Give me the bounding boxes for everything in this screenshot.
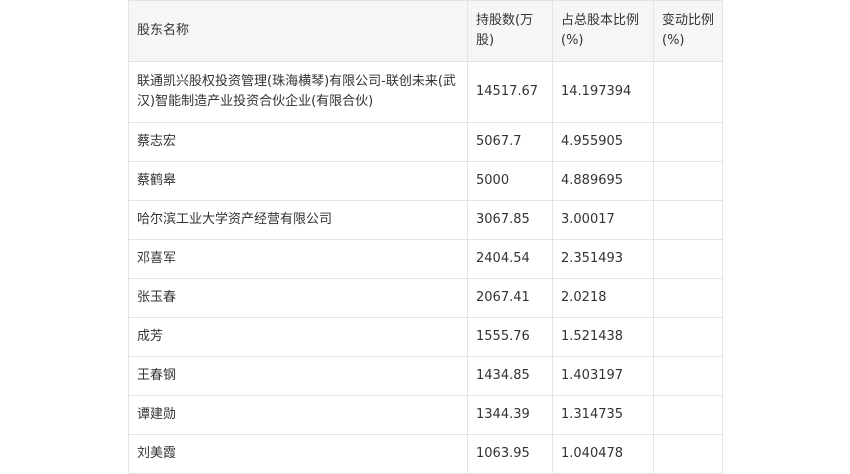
header-ratio: 占总股本比例(%): [552, 0, 654, 62]
cell-change: [653, 200, 723, 240]
cell-ratio: 2.0218: [552, 278, 654, 318]
cell-ratio: 14.197394: [552, 61, 654, 123]
cell-shares: 1434.85: [467, 356, 553, 396]
table-row: 联通凯兴股权投资管理(珠海横琴)有限公司-联创未来(武汉)智能制造产业投资合伙企…: [128, 61, 723, 123]
cell-name: 邓喜军: [128, 239, 468, 279]
table-row: 蔡鹤皋 5000 4.889695: [128, 161, 723, 201]
cell-shares: 14517.67: [467, 61, 553, 123]
table-row: 王春钢 1434.85 1.403197: [128, 356, 723, 396]
cell-change: [653, 239, 723, 279]
cell-name: 张玉春: [128, 278, 468, 318]
cell-shares: 1344.39: [467, 395, 553, 435]
cell-name: 蔡鹤皋: [128, 161, 468, 201]
table-header-row: 股东名称 持股数(万股) 占总股本比例(%) 变动比例(%): [128, 0, 723, 62]
cell-change: [653, 395, 723, 435]
table-row: 刘美霞 1063.95 1.040478: [128, 434, 723, 474]
cell-ratio: 3.00017: [552, 200, 654, 240]
cell-shares: 3067.85: [467, 200, 553, 240]
cell-change: [653, 122, 723, 162]
cell-name: 哈尔滨工业大学资产经营有限公司: [128, 200, 468, 240]
cell-ratio: 2.351493: [552, 239, 654, 279]
shareholder-table-container: 股东名称 持股数(万股) 占总股本比例(%) 变动比例(%) 联通凯兴股权投资管…: [128, 0, 723, 474]
table-row: 蔡志宏 5067.7 4.955905: [128, 122, 723, 162]
cell-name: 刘美霞: [128, 434, 468, 474]
cell-shares: 1555.76: [467, 317, 553, 357]
cell-name: 王春钢: [128, 356, 468, 396]
cell-ratio: 1.403197: [552, 356, 654, 396]
cell-shares: 2404.54: [467, 239, 553, 279]
cell-shares: 5000: [467, 161, 553, 201]
cell-change: [653, 278, 723, 318]
cell-name: 谭建勋: [128, 395, 468, 435]
table-row: 张玉春 2067.41 2.0218: [128, 278, 723, 318]
cell-change: [653, 434, 723, 474]
shareholder-table: 股东名称 持股数(万股) 占总股本比例(%) 变动比例(%) 联通凯兴股权投资管…: [128, 0, 723, 474]
cell-change: [653, 161, 723, 201]
cell-name: 成芳: [128, 317, 468, 357]
cell-change: [653, 61, 723, 123]
cell-change: [653, 356, 723, 396]
table-row: 谭建勋 1344.39 1.314735: [128, 395, 723, 435]
cell-ratio: 4.889695: [552, 161, 654, 201]
table-row: 邓喜军 2404.54 2.351493: [128, 239, 723, 279]
cell-ratio: 4.955905: [552, 122, 654, 162]
header-shares: 持股数(万股): [467, 0, 553, 62]
table-row: 成芳 1555.76 1.521438: [128, 317, 723, 357]
cell-name: 联通凯兴股权投资管理(珠海横琴)有限公司-联创未来(武汉)智能制造产业投资合伙企…: [128, 61, 468, 123]
cell-shares: 1063.95: [467, 434, 553, 474]
cell-shares: 2067.41: [467, 278, 553, 318]
header-shareholder-name: 股东名称: [128, 0, 468, 62]
cell-ratio: 1.040478: [552, 434, 654, 474]
table-row: 哈尔滨工业大学资产经营有限公司 3067.85 3.00017: [128, 200, 723, 240]
cell-name: 蔡志宏: [128, 122, 468, 162]
cell-ratio: 1.521438: [552, 317, 654, 357]
header-change: 变动比例(%): [653, 0, 723, 62]
cell-ratio: 1.314735: [552, 395, 654, 435]
cell-change: [653, 317, 723, 357]
cell-shares: 5067.7: [467, 122, 553, 162]
